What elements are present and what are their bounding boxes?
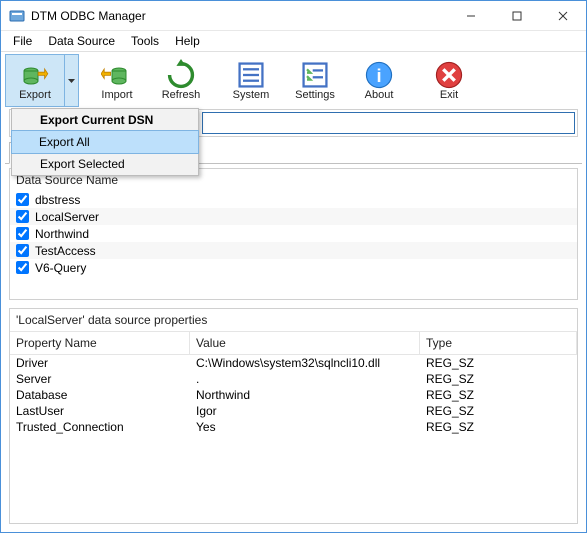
export-icon (19, 61, 51, 89)
property-cell-name: LastUser (10, 403, 190, 419)
window-title: DTM ODBC Manager (31, 9, 448, 23)
property-cell-type: REG_SZ (420, 419, 577, 435)
properties-header: 'LocalServer' data source properties (10, 309, 577, 331)
property-row[interactable]: DriverC:\Windows\system32\sqlncli10.dllR… (10, 355, 577, 371)
system-button[interactable]: System (219, 54, 283, 107)
import-icon (101, 61, 133, 89)
system-icon (235, 61, 267, 89)
datasource-row[interactable]: V6-Query (10, 259, 577, 276)
datasource-list[interactable]: dbstress LocalServer Northwind TestAccess V6… (10, 191, 577, 299)
exit-icon (433, 61, 465, 89)
export-split-button[interactable]: Export (5, 54, 79, 107)
datasource-checkbox[interactable] (16, 227, 29, 240)
content-area: Data Source Name dbstressLocalServerNort… (5, 163, 582, 528)
import-label: Import (101, 89, 132, 101)
property-cell-value: Igor (190, 403, 420, 419)
import-button[interactable]: Import (85, 54, 149, 107)
refresh-icon (165, 61, 197, 89)
datasource-label: LocalServer (35, 210, 99, 224)
datasource-label: Northwind (35, 227, 89, 241)
about-label: About (365, 89, 394, 101)
menu-file[interactable]: File (5, 32, 40, 50)
export-current-dsn-item[interactable]: Export Current DSN (12, 109, 198, 131)
datasource-checkbox[interactable] (16, 261, 29, 274)
datasource-row[interactable]: dbstress (10, 191, 577, 208)
filter-input[interactable] (202, 112, 575, 134)
datasource-row[interactable]: Northwind (10, 225, 577, 242)
menu-help[interactable]: Help (167, 32, 208, 50)
close-button[interactable] (540, 1, 586, 30)
settings-button[interactable]: Settings (283, 54, 347, 107)
minimize-button[interactable] (448, 1, 494, 30)
refresh-label: Refresh (162, 89, 201, 101)
col-property-name[interactable]: Property Name (10, 332, 190, 354)
property-row[interactable]: LastUserIgorREG_SZ (10, 403, 577, 419)
property-row[interactable]: Server.REG_SZ (10, 371, 577, 387)
exit-button[interactable]: Exit (417, 54, 481, 107)
datasource-label: dbstress (35, 193, 80, 207)
exit-label: Exit (440, 89, 458, 101)
properties-panel: 'LocalServer' data source properties Pro… (9, 308, 578, 524)
export-dropdown-toggle[interactable] (64, 55, 78, 106)
datasource-row[interactable]: LocalServer (10, 208, 577, 225)
property-cell-name: Database (10, 387, 190, 403)
export-selected-item[interactable]: Export Selected (12, 153, 198, 175)
property-cell-value: Yes (190, 419, 420, 435)
col-type[interactable]: Type (420, 332, 577, 354)
property-cell-value: . (190, 371, 420, 387)
datasource-checkbox[interactable] (16, 244, 29, 257)
app-window: DTM ODBC Manager File Data Source Tools … (0, 0, 587, 533)
export-button[interactable]: Export (6, 55, 64, 106)
window-controls (448, 1, 586, 30)
datasource-checkbox[interactable] (16, 193, 29, 206)
datasource-label: TestAccess (35, 244, 96, 258)
property-cell-name: Driver (10, 355, 190, 371)
system-label: System (233, 89, 270, 101)
about-icon: i (363, 61, 395, 89)
col-value[interactable]: Value (190, 332, 420, 354)
property-cell-type: REG_SZ (420, 387, 577, 403)
export-label: Export (19, 89, 51, 101)
toolbar: Export Import Refresh System Settings i … (1, 51, 586, 107)
property-cell-name: Trusted_Connection (10, 419, 190, 435)
datasource-checkbox[interactable] (16, 210, 29, 223)
property-cell-value: Northwind (190, 387, 420, 403)
app-icon (9, 8, 25, 24)
settings-label: Settings (295, 89, 335, 101)
property-row[interactable]: DatabaseNorthwindREG_SZ (10, 387, 577, 403)
datasource-label: V6-Query (35, 261, 86, 275)
about-button[interactable]: i About (347, 54, 411, 107)
export-all-item[interactable]: Export All (11, 130, 199, 154)
refresh-button[interactable]: Refresh (149, 54, 213, 107)
datasource-panel: Data Source Name dbstressLocalServerNort… (9, 168, 578, 300)
menu-datasource[interactable]: Data Source (40, 32, 123, 50)
property-cell-type: REG_SZ (420, 355, 577, 371)
property-cell-type: REG_SZ (420, 371, 577, 387)
settings-icon (299, 61, 331, 89)
property-cell-value: C:\Windows\system32\sqlncli10.dll (190, 355, 420, 371)
property-row[interactable]: Trusted_ConnectionYesREG_SZ (10, 419, 577, 435)
menubar: File Data Source Tools Help (1, 31, 586, 51)
export-dropdown-menu: Export Current DSN Export All Export Sel… (11, 108, 199, 176)
menu-tools[interactable]: Tools (123, 32, 167, 50)
svg-text:i: i (376, 64, 381, 85)
property-cell-type: REG_SZ (420, 403, 577, 419)
maximize-button[interactable] (494, 1, 540, 30)
titlebar: DTM ODBC Manager (1, 1, 586, 31)
datasource-row[interactable]: TestAccess (10, 242, 577, 259)
properties-rows: DriverC:\Windows\system32\sqlncli10.dllR… (10, 355, 577, 435)
properties-header-row: Property Name Value Type (10, 332, 577, 355)
properties-table: Property Name Value Type DriverC:\Window… (10, 331, 577, 523)
property-cell-name: Server (10, 371, 190, 387)
